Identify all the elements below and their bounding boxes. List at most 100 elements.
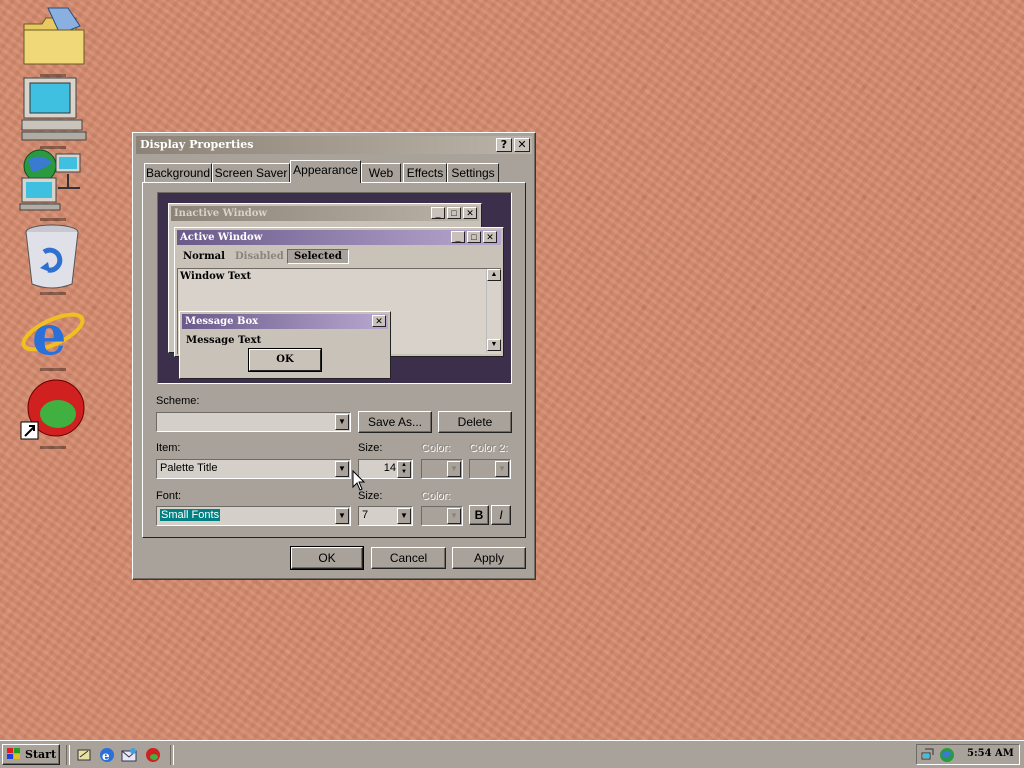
preview-menu-selected: Selected bbox=[287, 249, 349, 264]
maximize-icon: □ bbox=[467, 231, 481, 243]
tab-label: Effects bbox=[406, 166, 444, 180]
close-icon: ✕ bbox=[463, 207, 477, 219]
svg-text:e: e bbox=[102, 749, 110, 763]
preview-menu-normal: Normal bbox=[183, 251, 225, 262]
network-neighborhood-icon[interactable] bbox=[18, 148, 88, 221]
system-tray: 5:54 AM bbox=[916, 744, 1020, 765]
clock[interactable]: 5:54 AM bbox=[967, 747, 1014, 761]
italic-icon: I bbox=[499, 508, 503, 522]
close-button[interactable]: ✕ bbox=[514, 138, 530, 152]
menu-label: Normal bbox=[183, 251, 225, 262]
close-icon: ✕ bbox=[483, 231, 497, 243]
minimize-icon: _ bbox=[451, 231, 465, 243]
font-select[interactable]: Small Fonts ▼ bbox=[156, 506, 351, 526]
button-label: Delete bbox=[457, 415, 493, 429]
chevron-down-icon: ▼ bbox=[495, 461, 509, 477]
font-size-select[interactable]: 7 ▼ bbox=[358, 506, 413, 526]
active-window-title: Active Window bbox=[180, 232, 263, 243]
tab-label: Background bbox=[145, 166, 211, 180]
chevron-down-icon: ▼ bbox=[447, 508, 461, 524]
mouse-cursor-icon bbox=[352, 470, 366, 491]
tab-effects[interactable]: Effects bbox=[403, 163, 447, 182]
button-label: Cancel bbox=[389, 551, 428, 565]
minimize-icon: _ bbox=[431, 207, 445, 219]
delete-button[interactable]: Delete bbox=[438, 411, 512, 433]
preview-window-text: Window Text bbox=[180, 271, 252, 282]
my-computer-icon[interactable] bbox=[18, 76, 88, 149]
taskbar-separator bbox=[170, 745, 174, 765]
chevron-down-icon[interactable]: ▼ bbox=[335, 508, 349, 524]
taskbar: Start e 5:54 AM bbox=[0, 740, 1024, 768]
scheme-label: Scheme: bbox=[156, 395, 200, 407]
maximize-icon: □ bbox=[447, 207, 461, 219]
scheme-select[interactable]: ▼ bbox=[156, 412, 351, 432]
font-size-value: 7 bbox=[362, 509, 369, 521]
button-label: OK bbox=[318, 551, 336, 565]
tab-appearance[interactable]: Appearance bbox=[290, 160, 361, 183]
app-quick-launch-icon[interactable] bbox=[145, 747, 161, 763]
shortcut-app-icon[interactable] bbox=[18, 376, 88, 449]
show-desktop-icon[interactable] bbox=[76, 747, 92, 763]
font-value: Small Fonts bbox=[160, 509, 221, 521]
bold-icon: B bbox=[474, 508, 484, 522]
outlook-express-icon[interactable] bbox=[121, 747, 137, 763]
font-label: Font: bbox=[156, 490, 182, 502]
chevron-down-icon: ▼ bbox=[447, 461, 461, 477]
chevron-down-icon[interactable]: ▼ bbox=[335, 414, 349, 430]
italic-button[interactable]: I bbox=[491, 505, 511, 525]
tab-settings[interactable]: Settings bbox=[447, 163, 499, 182]
ok-button[interactable]: OK bbox=[290, 546, 364, 570]
taskbar-separator bbox=[66, 745, 70, 765]
tab-screen-saver[interactable]: Screen Saver bbox=[212, 163, 290, 182]
cancel-button[interactable]: Cancel bbox=[371, 547, 446, 569]
preview-message-ok-button: OK bbox=[248, 348, 322, 372]
dialog-title-bar[interactable]: Display Properties ? ✕ bbox=[136, 136, 532, 154]
internet-explorer-icon[interactable]: e bbox=[18, 298, 88, 371]
internet-explorer-quick-icon[interactable]: e bbox=[99, 747, 115, 763]
preview-menu-disabled: Disabled bbox=[235, 251, 284, 262]
item-size-value: 14 bbox=[383, 462, 396, 474]
windows-logo-icon bbox=[7, 748, 20, 759]
item-label: Item: bbox=[156, 442, 181, 454]
svg-text:e: e bbox=[32, 303, 66, 367]
my-documents-icon[interactable] bbox=[18, 4, 88, 77]
start-button[interactable]: Start bbox=[2, 744, 60, 765]
network-tray-icon[interactable] bbox=[921, 747, 937, 763]
button-label: Apply bbox=[473, 551, 505, 565]
tab-label: Settings bbox=[451, 166, 495, 180]
scroll-up-icon: ▲ bbox=[487, 269, 501, 281]
start-label: Start bbox=[25, 748, 57, 761]
tab-label: Web bbox=[368, 166, 394, 180]
preview-message-box[interactable]: Message Box ✕ Message Text OK bbox=[179, 311, 391, 379]
item-value: Palette Title bbox=[160, 462, 218, 474]
recycle-bin-icon[interactable] bbox=[18, 222, 88, 295]
globe-tray-icon[interactable] bbox=[939, 747, 955, 763]
apply-button[interactable]: Apply bbox=[452, 547, 526, 569]
tab-label: Screen Saver bbox=[214, 166, 288, 180]
tab-label: Appearance bbox=[293, 163, 358, 177]
tab-web[interactable]: Web bbox=[361, 163, 401, 182]
item-color-picker: ▼ bbox=[421, 459, 463, 479]
preview-message-text: Message Text bbox=[186, 335, 262, 346]
chevron-down-icon[interactable]: ▼ bbox=[335, 461, 349, 477]
save-as-button[interactable]: Save As... bbox=[358, 411, 432, 433]
help-button[interactable]: ? bbox=[496, 138, 512, 152]
close-icon: ✕ bbox=[517, 138, 527, 151]
scroll-down-icon: ▼ bbox=[487, 339, 501, 351]
item-size-stepper[interactable]: 14 ▲ ▼ bbox=[358, 459, 413, 479]
bold-button[interactable]: B bbox=[469, 505, 489, 525]
size-label: Size: bbox=[358, 442, 383, 454]
dialog-title: Display Properties bbox=[140, 138, 254, 151]
help-icon: ? bbox=[500, 138, 508, 151]
chevron-down-icon[interactable]: ▼ bbox=[397, 508, 411, 524]
menu-label: Selected bbox=[294, 251, 342, 262]
close-icon: ✕ bbox=[372, 315, 386, 327]
inactive-window-title: Inactive Window bbox=[174, 208, 267, 219]
menu-label: Disabled bbox=[235, 251, 284, 262]
font-color-label: Color: bbox=[421, 490, 451, 502]
item-color2-picker: ▼ bbox=[469, 459, 511, 479]
tab-background[interactable]: Background bbox=[144, 163, 212, 182]
item-select[interactable]: Palette Title ▼ bbox=[156, 459, 351, 479]
color-label: Color: bbox=[421, 442, 451, 454]
spin-down-icon[interactable]: ▼ bbox=[397, 469, 411, 478]
